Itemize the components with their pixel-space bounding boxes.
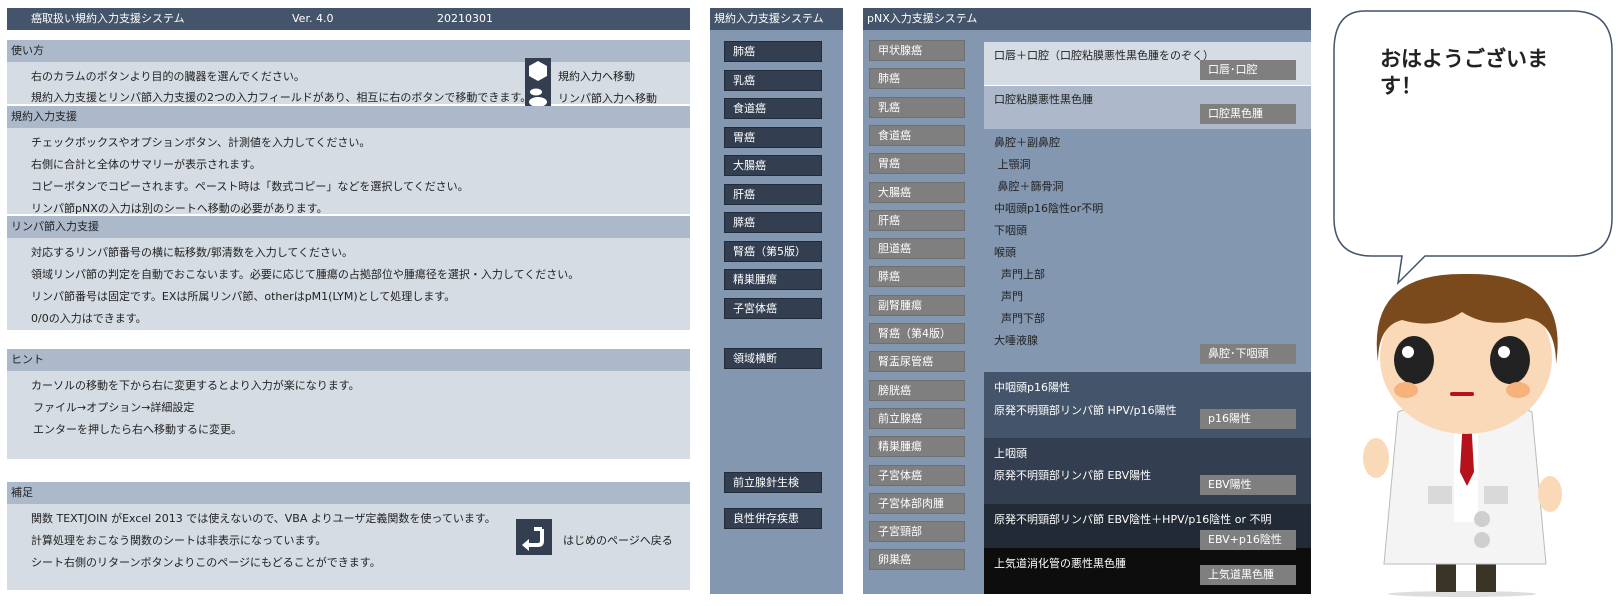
nasal-line: 下咽頭 — [994, 224, 1027, 237]
return-icon[interactable] — [516, 519, 552, 555]
rule-button-benign[interactable]: 良性併存疾患 — [724, 508, 822, 529]
ebv-line: 上咽頭 — [994, 447, 1027, 460]
rule-button[interactable]: 膵癌 — [724, 212, 822, 233]
rule-input-line: チェックボックスやオプションボタン、計測値を入力してください。 — [31, 136, 371, 149]
p16-line: 原発不明頸部リンパ節 HPV/p16陽性 — [994, 404, 1177, 417]
app-version: Ver. 4.0 — [292, 12, 334, 25]
pnx-button[interactable]: 膵癌 — [869, 266, 965, 288]
goto-rule-label[interactable]: 規約入力へ移動 — [558, 68, 635, 84]
supplement-line: 関数 TEXTJOIN がExcel 2013 では使えないので、VBA よりユ… — [31, 512, 496, 525]
return-label[interactable]: はじめのページへ戻る — [563, 532, 673, 548]
hint-body: カーソルの移動を下から右に変更するとより入力が楽になります。 ファイル→オプショ… — [7, 371, 690, 459]
rule-input-line: 右側に合計と全体のサマリーが表示されます。 — [31, 158, 261, 171]
rule-button[interactable]: 食道癌 — [724, 98, 822, 119]
p16-button[interactable]: p16陽性 — [1200, 409, 1296, 429]
pnx-button[interactable]: 肝癌 — [869, 209, 965, 231]
rule-button-prostate-biopsy[interactable]: 前立腺針生検 — [724, 472, 822, 493]
app-title: 癌取扱い規約入力支援システム — [31, 12, 185, 25]
lymph-input-heading: リンパ節入力支援 — [7, 216, 690, 238]
pnx-button[interactable]: 膀胱癌 — [869, 379, 965, 401]
howto-line: 右のカラムのボタンより目的の臓器を選んでください。 — [31, 70, 305, 83]
oral-button[interactable]: 口唇･口腔 — [1200, 60, 1296, 80]
melanoma-line: 上気道消化管の悪性黒色腫 — [994, 557, 1126, 570]
pnx-button[interactable]: 子宮頸部 — [869, 521, 965, 543]
hint-heading: ヒント — [7, 349, 690, 371]
ebvneg-button[interactable]: EBV+p16陰性 — [1200, 530, 1296, 550]
supplement-line: シート右側のリターンボタンよりこのページにもどることができます。 — [31, 556, 381, 569]
pnx-button[interactable]: 甲状腺癌 — [869, 40, 965, 61]
nasal-line: 鼻腔＋篩骨洞 — [994, 180, 1064, 193]
pnx-button[interactable]: 副腎腫瘍 — [869, 294, 965, 316]
rule-input-line: コピーボタンでコピーされます。ペースト時は「数式コピー」などを選択してください。 — [31, 180, 469, 193]
pnx-button[interactable]: 子宮体癌 — [869, 464, 965, 486]
hint-line: エンターを押したら右へ移動するに変更。 — [33, 423, 242, 436]
doctor-character — [1363, 273, 1562, 597]
nasal-line: 中咽頭p16陰性or不明 — [994, 202, 1104, 215]
mucosal-title: 口腔粘膜悪性黒色腫 — [994, 93, 1093, 106]
pnx-button[interactable]: 腎盂尿管癌 — [869, 351, 965, 373]
rule-button[interactable]: 大腸癌 — [724, 155, 822, 176]
pnx-button[interactable]: 大腸癌 — [869, 181, 965, 203]
speech-text: おはようございます！ — [1380, 47, 1548, 98]
nasal-line: 声門上部 — [994, 268, 1045, 281]
p16-line: 中咽頭p16陽性 — [994, 381, 1070, 394]
supplement-heading: 補足 — [7, 482, 690, 504]
pnx-button[interactable]: 胃癌 — [869, 153, 965, 175]
pnx-button[interactable]: 食道癌 — [869, 124, 965, 146]
hexagon-icon[interactable] — [525, 58, 551, 84]
rule-button-cross-domain[interactable]: 領域横断 — [724, 348, 822, 369]
rule-button[interactable]: 子宮体癌 — [724, 297, 822, 319]
ebv-line: 原発不明頸部リンパ節 EBV陽性 — [994, 469, 1152, 482]
rule-column-title: 規約入力支援システム — [710, 8, 843, 30]
app-date: 20210301 — [437, 12, 493, 25]
nasal-line: 大唾液腺 — [994, 334, 1038, 347]
nasal-line: 上顎洞 — [994, 158, 1031, 171]
pnx-button[interactable]: 卵巣癌 — [869, 549, 965, 571]
nasal-button[interactable]: 鼻腔･下咽頭 — [1200, 344, 1296, 364]
lymph-input-line: 対応するリンパ節番号の横に転移数/郭清数を入力してください。 — [31, 246, 354, 259]
rule-input-heading: 規約入力支援 — [7, 106, 690, 128]
pnx-button[interactable]: 肺癌 — [869, 68, 965, 90]
oral-title: 口唇＋口腔（口腔粘膜悪性黒色腫をのぞく） — [994, 49, 1214, 62]
rule-button[interactable]: 腎癌（第5版） — [724, 240, 822, 262]
rule-input-body: チェックボックスやオプションボタン、計測値を入力してください。 右側に合計と全体… — [7, 128, 690, 215]
pnx-button[interactable]: 乳癌 — [869, 96, 965, 118]
pnx-button[interactable]: 子宮体部肉腫 — [869, 492, 965, 514]
rule-button[interactable]: 肺癌 — [724, 41, 822, 62]
rule-button[interactable]: 乳癌 — [724, 69, 822, 91]
nasal-line: 喉頭 — [994, 246, 1016, 259]
howto-line: 規約入力支援とリンパ節入力支援の2つの入力フィールドがあり、相互に右のボタンで移… — [31, 91, 532, 104]
lymph-input-line: 領域リンパ節の判定を自動でおこないます。必要に応じて腫瘍の占拠部位や腫瘍径を選択… — [31, 268, 580, 281]
nasal-line: 鼻腔＋副鼻腔 — [994, 136, 1060, 149]
rule-button[interactable]: 胃癌 — [724, 126, 822, 148]
hint-line: ファイル→オプション→詳細設定 — [33, 401, 195, 414]
app-title-bar: 癌取扱い規約入力支援システム Ver. 4.0 20210301 — [7, 8, 690, 30]
lymph-input-line: リンパ節番号は固定です。EXは所属リンパ節、otherはpM1(LYM)として処… — [31, 290, 456, 303]
ebvneg-line: 原発不明頸部リンパ節 EBV陰性＋HPV/p16陰性 or 不明 — [994, 513, 1272, 526]
lymph-input-body: 対応するリンパ節番号の横に転移数/郭清数を入力してください。 領域リンパ節の判定… — [7, 238, 690, 330]
rule-button[interactable]: 精巣腫瘍 — [724, 269, 822, 290]
rule-input-line: リンパ節pNXの入力は別のシートへ移動の必要があります。 — [31, 202, 328, 215]
melanoma-button[interactable]: 上気道黒色腫 — [1200, 565, 1296, 585]
mucosal-button[interactable]: 口腔黒色腫 — [1200, 104, 1296, 124]
rule-button[interactable]: 肝癌 — [724, 183, 822, 205]
lymph-input-line: 0/0の入力はできます。 — [31, 312, 147, 325]
pnx-button[interactable]: 前立腺癌 — [869, 407, 965, 429]
nasal-line: 声門 — [994, 290, 1023, 303]
pnx-button[interactable]: 精巣腫瘍 — [869, 436, 965, 458]
pnx-button[interactable]: 腎癌（第4版） — [869, 323, 965, 344]
nasal-line: 声門下部 — [994, 312, 1045, 325]
goto-lymph-label[interactable]: リンパ節入力へ移動 — [558, 90, 657, 106]
howto-heading: 使い方 — [7, 40, 690, 62]
hint-line: カーソルの移動を下から右に変更するとより入力が楽になります。 — [31, 379, 360, 392]
pnx-button[interactable]: 胆道癌 — [869, 238, 965, 260]
ebv-button[interactable]: EBV陽性 — [1200, 475, 1296, 495]
supplement-line: 計算処理をおこなう関数のシートは非表示になっています。 — [31, 534, 327, 547]
pnx-column-title: pNX入力支援システム — [863, 8, 1311, 30]
